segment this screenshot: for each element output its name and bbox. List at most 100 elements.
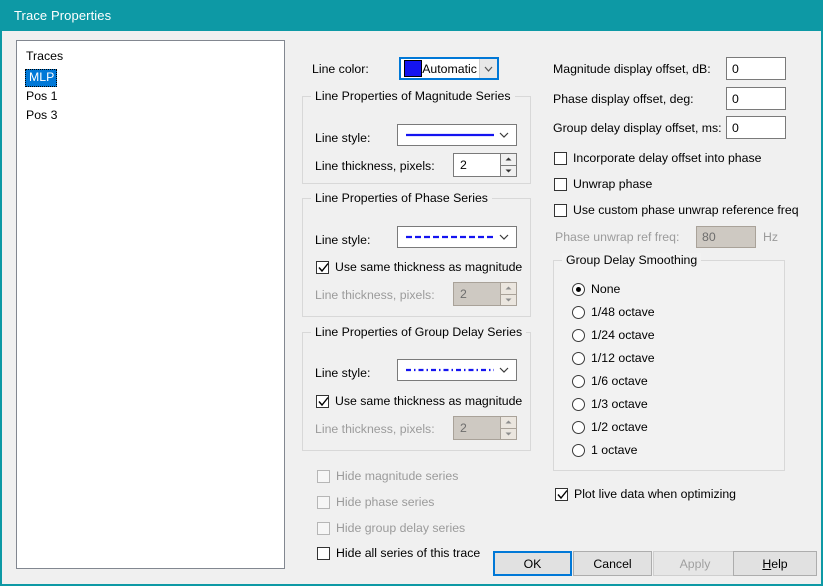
line-style-preview-dashed [406,227,494,247]
window-title: Trace Properties [14,8,112,23]
chevron-down-icon[interactable] [492,234,516,240]
phase-thickness-value: 2 [453,282,500,306]
chevron-down-icon[interactable] [478,59,497,78]
apply-button-label: Apply [679,556,711,571]
apply-button: Apply [653,551,737,576]
cancel-button[interactable]: Cancel [573,551,652,576]
phase-thickness-label: Line thickness, pixels: [315,288,435,302]
list-item-pos-1[interactable]: Pos 1 [17,87,284,106]
magnitude-thickness-value[interactable]: 2 [453,153,500,177]
hide-all-series-checkbox[interactable]: Hide all series of this trace [317,546,480,560]
list-item-mlp[interactable]: MLP [25,69,58,87]
smoothing-label-1-3-octave: 1/3 octave [591,397,648,411]
spinner-down-icon [500,428,517,440]
title-bar: Trace Properties [2,0,821,31]
checkbox-box [554,151,567,165]
smoothing-label-1-24-octave: 1/24 octave [591,328,655,342]
help-button[interactable]: Help [733,551,817,576]
plot-live-data-checkbox[interactable]: Plot live data when optimizing [555,487,736,501]
phase-line-style-combobox[interactable] [397,226,517,248]
magnitude-offset-input[interactable]: 0 [726,57,786,80]
checkbox-box [316,260,329,274]
traces-listbox[interactable]: Traces MLP Pos 1 Pos 3 [16,40,285,569]
line-color-value: Automatic [422,61,477,76]
plot-live-data-label: Plot live data when optimizing [574,487,736,501]
use-custom-unwrap-freq-checkbox[interactable]: Use custom phase unwrap reference freq [554,203,799,217]
magnitude-offset-label: Magnitude display offset, dB: [553,62,711,76]
spinner-up-icon [500,416,517,429]
radio-circle [572,443,585,457]
smoothing-radio-1-3-octave[interactable]: 1/3 octave [572,397,648,411]
smoothing-radio-1-48-octave[interactable]: 1/48 octave [572,305,655,319]
unwrap-phase-label: Unwrap phase [573,177,653,191]
smoothing-radio-1-2-octave[interactable]: 1/2 octave [572,420,648,434]
trace-properties-dialog: Trace Properties Traces MLP Pos 1 Pos 3 … [0,0,823,586]
help-button-label: Help [762,556,788,571]
group-delay-offset-input[interactable]: 0 [726,116,786,139]
cancel-button-label: Cancel [593,556,632,571]
incorporate-delay-offset-checkbox[interactable]: Incorporate delay offset into phase [554,151,761,165]
radio-circle [572,420,585,434]
hide-group-delay-series-label: Hide group delay series [336,521,466,535]
group-delay-thickness-value: 2 [453,416,500,440]
checkbox-box [317,495,330,509]
checkbox-box [317,546,330,560]
smoothing-radio-1-6-octave[interactable]: 1/6 octave [572,374,648,388]
radio-circle [572,328,585,342]
magnitude-thickness-stepper[interactable]: 2 [453,153,517,177]
list-item-pos-3[interactable]: Pos 3 [17,106,284,125]
phase-same-thickness-label: Use same thickness as magnitude [335,260,523,274]
phase-unwrap-ref-label: Phase unwrap ref freq: [555,230,680,244]
group-delay-series-group-title: Line Properties of Group Delay Series [311,325,527,339]
magnitude-series-group-title: Line Properties of Magnitude Series [311,89,515,103]
checkbox-box [554,203,567,217]
radio-circle [572,282,585,296]
smoothing-radio-1-octave[interactable]: 1 octave [572,443,638,457]
magnitude-offset-value: 0 [732,61,739,76]
checkbox-box [317,469,330,483]
line-color-label: Line color: [312,62,369,76]
hide-phase-series-label: Hide phase series [336,495,435,509]
group-delay-line-style-combobox[interactable] [397,359,517,381]
smoothing-label-1-2-octave: 1/2 octave [591,420,648,434]
spinner-down-icon[interactable] [500,165,517,177]
magnitude-line-style-label: Line style: [315,131,371,145]
spinner-up-icon [500,282,517,295]
line-style-preview-dash-dot [406,360,494,380]
ok-button[interactable]: OK [493,551,572,576]
group-delay-same-thickness-label: Use same thickness as magnitude [335,394,523,408]
phase-offset-input[interactable]: 0 [726,87,786,110]
magnitude-line-style-combobox[interactable] [397,124,517,146]
group-delay-thickness-label: Line thickness, pixels: [315,422,435,436]
phase-offset-value: 0 [732,91,739,106]
unwrap-phase-checkbox[interactable]: Unwrap phase [554,177,652,191]
line-color-combobox[interactable]: Automatic [399,57,499,80]
line-color-swatch [404,60,423,77]
phase-unwrap-ref-value: 80 [702,230,716,244]
phase-same-thickness-checkbox[interactable]: Use same thickness as magnitude [316,260,522,274]
hide-magnitude-series-label: Hide magnitude series [336,469,459,483]
hide-magnitude-series-checkbox: Hide magnitude series [317,469,458,483]
checkbox-box [316,394,329,408]
checkbox-box [317,521,330,535]
magnitude-thickness-label: Line thickness, pixels: [315,159,435,173]
traces-list-header: Traces [26,49,64,63]
radio-circle [572,351,585,365]
chevron-down-icon[interactable] [492,367,516,373]
group-delay-same-thickness-checkbox[interactable]: Use same thickness as magnitude [316,394,522,408]
spinner-up-icon[interactable] [500,153,517,166]
ok-button-label: OK [523,556,542,571]
smoothing-radio-1-12-octave[interactable]: 1/12 octave [572,351,655,365]
smoothing-radio-1-24-octave[interactable]: 1/24 octave [572,328,655,342]
hide-all-series-label: Hide all series of this trace [336,546,481,560]
checkbox-box [554,177,567,191]
chevron-down-icon[interactable] [492,132,516,138]
group-delay-offset-value: 0 [732,120,739,135]
smoothing-label-1-12-octave: 1/12 octave [591,351,655,365]
smoothing-label-1-6-octave: 1/6 octave [591,374,648,388]
phase-offset-label: Phase display offset, deg: [553,92,694,106]
smoothing-label-1-octave: 1 octave [591,443,638,457]
phase-line-style-label: Line style: [315,233,371,247]
incorporate-delay-offset-label: Incorporate delay offset into phase [573,151,762,165]
smoothing-radio-none[interactable]: None [572,282,620,296]
